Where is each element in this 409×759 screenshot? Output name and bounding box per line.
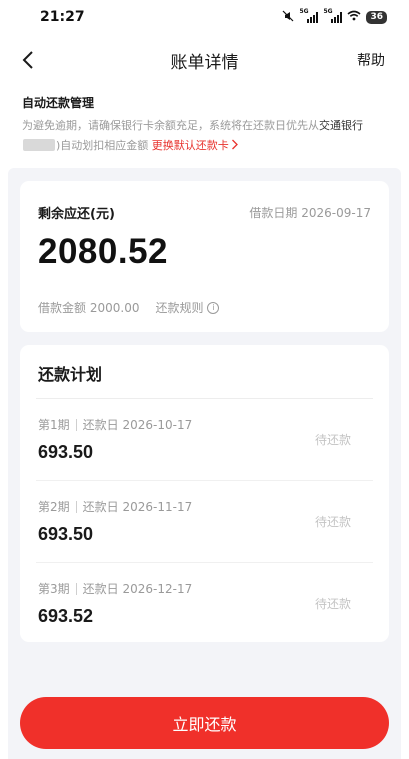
row-meta: 第3期 还款日 2026-12-17 — [38, 580, 192, 597]
installment-amount: 693.52 — [38, 606, 94, 626]
repayment-plan-card: 还款计划 第1期 还款日 2026-10-17 693.50 待还款 第2期 还款日… — [20, 345, 389, 642]
summary-card: 剩余应还(元) 借款日期 2026-09-17 2080.52 借款金额 200… — [20, 181, 389, 332]
borrow-date-value: 2026-09-17 — [301, 206, 371, 220]
installment-amount: 693.50 — [38, 442, 94, 462]
remaining-label: 剩余应还(元) — [38, 207, 115, 222]
notice-text-before: 为避免逾期，请确保银行卡余额充足，系统将在还款日优先从 — [22, 119, 319, 132]
borrow-date-label: 借款日期 — [249, 206, 298, 220]
notice-text-after: )自动划扣相应金额 — [56, 139, 149, 152]
notice-title: 自动还款管理 — [22, 96, 95, 110]
status-bar: 21:27 5G 5G 36 — [0, 0, 409, 34]
borrow-date: 借款日期 2026-09-17 — [249, 204, 371, 221]
auto-repay-notice: 自动还款管理 为避免逾期，请确保银行卡余额充足，系统将在还款日优先从交通银行 )自… — [0, 86, 409, 168]
status-time: 21:27 — [40, 9, 85, 25]
plan-row: 第2期 还款日 2026-11-17 693.50 待还款 — [36, 481, 373, 563]
due-label: 还款日 — [82, 582, 119, 596]
status-badge: 待还款 — [314, 597, 351, 611]
remaining-amount: 2080.52 — [38, 232, 169, 271]
divider — [75, 500, 77, 513]
chevron-right-icon — [231, 139, 238, 150]
loan-amount-value: 2000.00 — [89, 301, 140, 315]
row-meta: 第2期 还款日 2026-11-17 — [38, 498, 192, 515]
masked-card-number — [23, 139, 55, 151]
signal-icon: 5G — [323, 8, 343, 23]
repay-rules-link[interactable]: 还款规则 i — [155, 299, 220, 316]
due-date: 2026-11-17 — [122, 499, 193, 514]
change-card-label: 更换默认还款卡 — [151, 139, 229, 152]
notice-text: 为避免逾期，请确保银行卡余额充足，系统将在还款日优先从交通银行 )自动划扣相应金额… — [22, 116, 387, 156]
content-area: 剩余应还(元) 借款日期 2026-09-17 2080.52 借款金额 200… — [8, 168, 401, 759]
installment-amount: 693.50 — [38, 524, 94, 544]
back-button[interactable] — [22, 48, 46, 72]
info-icon: i — [207, 301, 220, 314]
divider — [75, 418, 77, 431]
due-date: 2026-12-17 — [122, 581, 193, 596]
plan-title: 还款计划 — [36, 345, 373, 399]
due-date: 2026-10-17 — [122, 417, 193, 432]
loan-amount-label: 借款金额 — [38, 301, 87, 315]
loan-amount: 借款金额 2000.00 — [38, 299, 139, 316]
battery-icon: 36 — [366, 10, 387, 24]
wifi-icon — [347, 10, 361, 24]
pay-now-button[interactable]: 立即还款 — [20, 697, 389, 749]
period-label: 第3期 — [38, 582, 70, 596]
due-label: 还款日 — [82, 418, 119, 432]
signal-icon: 5G — [299, 8, 319, 23]
help-button[interactable]: 帮助 — [357, 50, 385, 70]
status-badge: 待还款 — [314, 433, 351, 447]
period-label: 第1期 — [38, 418, 70, 432]
page-title: 账单详情 — [170, 52, 239, 73]
status-badge: 待还款 — [314, 515, 351, 529]
notice-bank-name: 交通银行 — [319, 119, 363, 132]
period-label: 第2期 — [38, 500, 70, 514]
status-icons: 5G 5G 36 — [282, 8, 387, 25]
plan-row: 第3期 还款日 2026-12-17 693.52 待还款 — [36, 563, 373, 645]
mute-icon — [282, 10, 294, 25]
due-label: 还款日 — [82, 500, 119, 514]
chevron-left-icon — [22, 51, 33, 69]
nav-bar: 账单详情 帮助 — [0, 34, 409, 86]
divider — [75, 582, 77, 595]
row-meta: 第1期 还款日 2026-10-17 — [38, 416, 192, 433]
repay-rules-label: 还款规则 — [155, 301, 204, 315]
change-card-link[interactable]: 更换默认还款卡 — [152, 139, 239, 152]
plan-row: 第1期 还款日 2026-10-17 693.50 待还款 — [36, 399, 373, 481]
